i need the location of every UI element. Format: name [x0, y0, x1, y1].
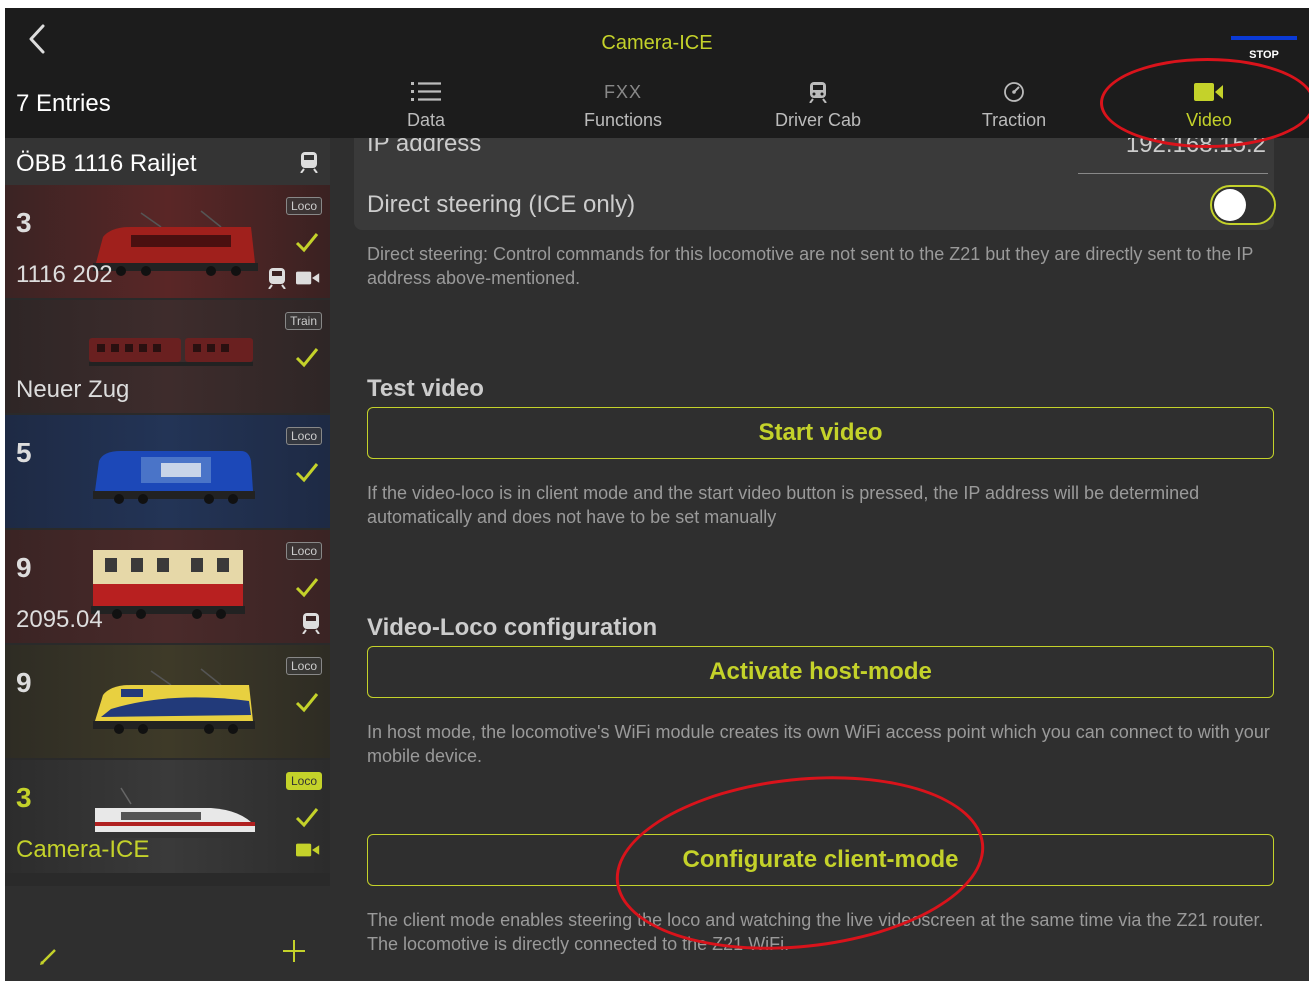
- stop-label: STOP: [1249, 49, 1279, 61]
- type-badge: Loco: [285, 542, 322, 560]
- check-icon: [295, 578, 319, 598]
- loco-address: 3: [16, 207, 32, 238]
- add-icon[interactable]: [281, 938, 307, 964]
- check-icon: [295, 463, 319, 483]
- toggle-knob: [1214, 189, 1246, 221]
- video-camera-icon: [296, 843, 320, 857]
- loco-image: [93, 668, 255, 734]
- loco-address: 3: [16, 782, 32, 813]
- list-item-name: ÖBB 1116 Railjet: [16, 150, 197, 177]
- loco-image: [93, 451, 255, 504]
- video-camera-icon: [1194, 83, 1223, 101]
- stop-button[interactable]: STOP: [1231, 36, 1297, 62]
- tab-bar: Data FXX Functions Driver Cab Traction V…: [331, 76, 1309, 138]
- loco-address: 9: [16, 667, 32, 698]
- configurate-client-mode-button[interactable]: Configurate client-mode: [367, 834, 1274, 886]
- train-front-icon: [300, 152, 318, 173]
- ip-address-input[interactable]: 192.168.15.2: [1126, 138, 1266, 159]
- tab-functions-label: Functions: [583, 110, 663, 130]
- check-icon: [295, 693, 319, 713]
- loco-address: 5: [16, 437, 32, 468]
- type-badge: Train: [285, 312, 322, 330]
- ip-address-row: IP address 192.168.15.2: [354, 138, 1274, 178]
- tab-data[interactable]: Data: [331, 76, 521, 138]
- video-loco-config-heading: Video-Loco configuration: [367, 614, 658, 641]
- direct-steering-note: Direct steering: Control commands for th…: [367, 244, 1254, 288]
- list-item[interactable]: Neuer Zug Train: [5, 300, 330, 413]
- ip-input-underline: [1078, 173, 1268, 174]
- pencil-icon[interactable]: [39, 946, 59, 966]
- video-camera-icon: [296, 271, 320, 285]
- loco-image: [91, 550, 245, 619]
- gauge-icon: [1004, 82, 1024, 102]
- tab-video[interactable]: Video: [1114, 76, 1304, 138]
- tab-data-label: Data: [406, 110, 446, 130]
- check-icon: [295, 233, 319, 253]
- tab-driver-cab[interactable]: Driver Cab: [723, 76, 913, 138]
- sidebar-footer: [5, 886, 330, 981]
- loco-name: 2095.04: [16, 606, 103, 633]
- fxx-icon: FXX: [603, 81, 642, 102]
- tab-functions[interactable]: FXX Functions: [528, 76, 718, 138]
- list-item-selected[interactable]: 3 Camera-ICE Loco: [5, 760, 330, 873]
- tab-driver-cab-label: Driver Cab: [774, 110, 862, 130]
- loco-name: Neuer Zug: [16, 376, 130, 403]
- list-item[interactable]: 9 2095.04 Loco: [5, 530, 330, 643]
- start-video-button[interactable]: Start video: [367, 407, 1274, 459]
- type-badge: Loco: [285, 197, 322, 215]
- ip-address-label: IP address: [367, 138, 482, 157]
- direct-steering-toggle[interactable]: [1210, 185, 1276, 225]
- train-front-icon: [268, 268, 286, 289]
- list-item[interactable]: 3 1116 202 Loco: [5, 185, 330, 298]
- loco-name: Camera-ICE: [16, 836, 150, 863]
- train-front-icon: [809, 82, 827, 103]
- type-badge: Loco: [285, 772, 322, 790]
- top-bar: Camera-ICE STOP 7 Entries Data FXX Funct…: [5, 8, 1309, 138]
- loco-list-sidebar: ÖBB 1116 Railjet 3 1116 202 Loco Neuer Z…: [5, 138, 330, 981]
- tab-traction[interactable]: Traction: [919, 76, 1109, 138]
- list-item[interactable]: 5 Loco: [5, 415, 330, 528]
- list-item[interactable]: 9 Loco: [5, 645, 330, 758]
- test-video-note: If the video-loco is in client mode and …: [367, 483, 1200, 527]
- direct-steering-label: Direct steering (ICE only): [367, 191, 636, 218]
- host-mode-note: In host mode, the locomotive's WiFi modu…: [367, 722, 1270, 766]
- entries-count: 7 Entries: [16, 90, 111, 117]
- client-mode-note: The client mode enables steering the loc…: [367, 910, 1264, 954]
- list-item-header[interactable]: ÖBB 1116 Railjet: [5, 138, 330, 185]
- loco-name: 1116 202: [16, 261, 113, 288]
- activate-host-mode-button[interactable]: Activate host-mode: [367, 646, 1274, 698]
- loco-address: 9: [16, 552, 32, 583]
- list-icon: [411, 82, 441, 101]
- test-video-heading: Test video: [367, 375, 484, 402]
- stop-bar: [1231, 36, 1297, 40]
- type-badge: Loco: [285, 657, 322, 675]
- direct-steering-row: Direct steering (ICE only): [354, 178, 1276, 230]
- type-badge: Loco: [285, 427, 322, 445]
- app-window: Camera-ICE STOP 7 Entries Data FXX Funct…: [5, 8, 1309, 981]
- train-front-icon: [302, 613, 320, 634]
- tab-video-label: Video: [1186, 110, 1232, 130]
- check-icon: [295, 808, 319, 828]
- page-title: Camera-ICE: [601, 32, 713, 54]
- check-icon: [295, 348, 319, 368]
- tab-traction-label: Traction: [981, 110, 1047, 130]
